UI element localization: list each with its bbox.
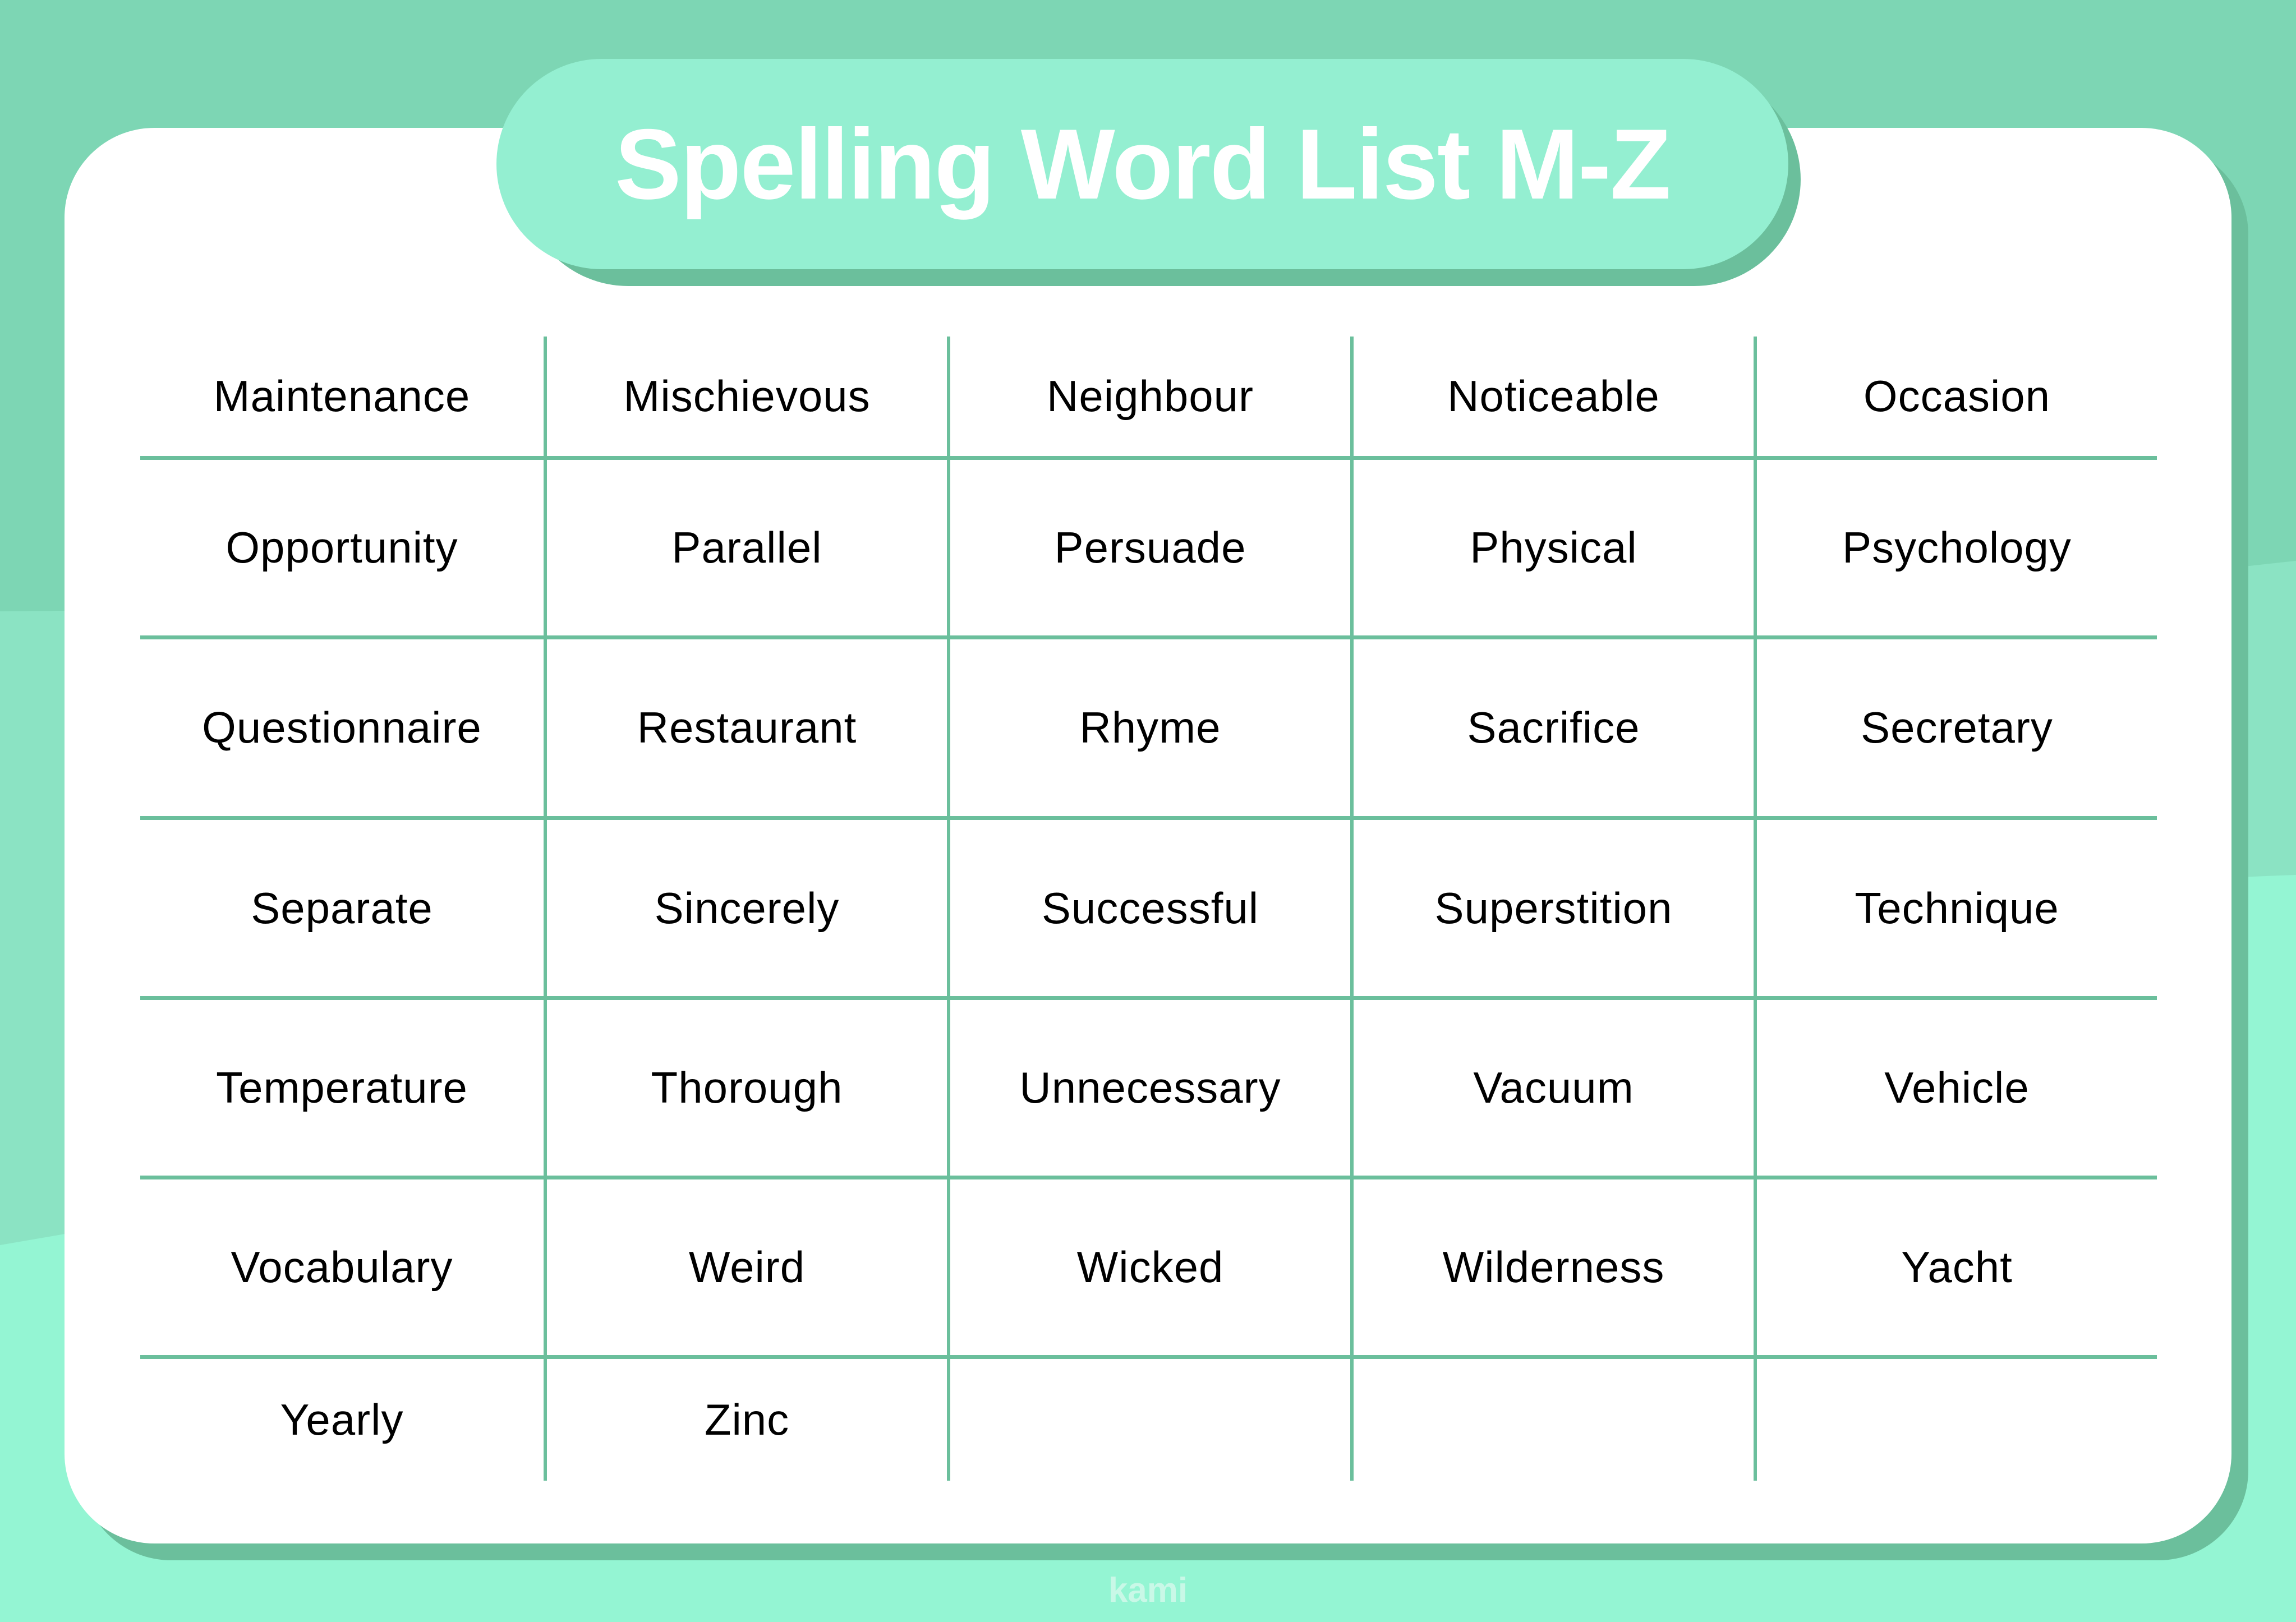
spelling-word: Technique	[1855, 883, 2059, 933]
word-cell: Vehicle	[1754, 1000, 2157, 1179]
empty-cell	[1754, 1359, 2157, 1481]
spelling-word: Vacuum	[1473, 1063, 1634, 1112]
word-cell: Yacht	[1754, 1179, 2157, 1359]
word-cell: Restaurant	[544, 639, 947, 820]
word-cell: Vocabulary	[140, 1179, 544, 1359]
page-title: Spelling Word List M-Z	[615, 108, 1671, 220]
empty-cell	[1350, 1359, 1754, 1481]
word-cell: Successful	[947, 820, 1350, 1000]
word-cell: Mischievous	[544, 337, 947, 460]
spelling-word: Restaurant	[637, 703, 857, 752]
spelling-word: Neighbour	[1047, 371, 1254, 421]
spelling-word: Vocabulary	[231, 1242, 453, 1292]
spelling-word: Vehicle	[1884, 1063, 2030, 1112]
word-cell: Noticeable	[1350, 337, 1754, 460]
word-cell: Occasion	[1754, 337, 2157, 460]
word-cell: Temperature	[140, 1000, 544, 1179]
spelling-word: Thorough	[651, 1063, 843, 1112]
spelling-word: Wilderness	[1442, 1242, 1665, 1292]
word-cell: Sacrifice	[1350, 639, 1754, 820]
word-cell: Maintenance	[140, 337, 544, 460]
kami-logo: kami	[1108, 1571, 1188, 1610]
spelling-word: Secretary	[1861, 703, 2053, 752]
spelling-word: Persuade	[1054, 523, 1246, 572]
spelling-word: Superstition	[1434, 883, 1673, 933]
word-grid: Maintenance Mischievous Neighbour Noticeabl…	[140, 337, 2157, 1481]
word-cell: Weird	[544, 1179, 947, 1359]
word-cell: Psychology	[1754, 460, 2157, 639]
word-cell: Questionnaire	[140, 639, 544, 820]
word-cell: Rhyme	[947, 639, 1350, 820]
word-cell: Zinc	[544, 1359, 947, 1481]
spelling-word: Yearly	[280, 1395, 404, 1444]
spelling-word: Wicked	[1076, 1242, 1224, 1292]
word-cell: Yearly	[140, 1359, 544, 1481]
word-cell: Vacuum	[1350, 1000, 1754, 1179]
spelling-word: Sacrifice	[1467, 703, 1640, 752]
spelling-word: Occasion	[1863, 371, 2051, 421]
spelling-word: Mischievous	[623, 371, 871, 421]
word-cell: Opportunity	[140, 460, 544, 639]
word-cell: Sincerely	[544, 820, 947, 1000]
word-cell: Separate	[140, 820, 544, 1000]
spelling-word: Parallel	[671, 523, 822, 572]
spelling-word: Psychology	[1842, 523, 2072, 572]
word-cell: Physical	[1350, 460, 1754, 639]
empty-cell	[947, 1359, 1350, 1481]
spelling-word: Separate	[251, 883, 433, 933]
word-cell: Neighbour	[947, 337, 1350, 460]
spelling-word: Zinc	[704, 1395, 790, 1444]
title-pill: Spelling Word List M-Z	[496, 59, 1788, 269]
spelling-word: Questionnaire	[202, 703, 482, 752]
spelling-word: Rhyme	[1079, 703, 1221, 752]
word-cell: Secretary	[1754, 639, 2157, 820]
word-cell: Technique	[1754, 820, 2157, 1000]
spelling-word: Temperature	[216, 1063, 468, 1112]
word-cell: Thorough	[544, 1000, 947, 1179]
word-cell: Wicked	[947, 1179, 1350, 1359]
spelling-word: Maintenance	[213, 371, 471, 421]
spelling-word: Opportunity	[226, 523, 458, 572]
word-cell: Parallel	[544, 460, 947, 639]
word-cell: Unnecessary	[947, 1000, 1350, 1179]
spelling-word: Sincerely	[654, 883, 840, 933]
spelling-word: Unnecessary	[1019, 1063, 1281, 1112]
spelling-word: Weird	[688, 1242, 806, 1292]
spelling-word: Physical	[1470, 523, 1637, 572]
spelling-word: Noticeable	[1447, 371, 1660, 421]
word-cell: Superstition	[1350, 820, 1754, 1000]
word-cell: Persuade	[947, 460, 1350, 639]
word-cell: Wilderness	[1350, 1179, 1754, 1359]
spelling-word: Yacht	[1901, 1242, 2013, 1292]
spelling-word: Successful	[1041, 883, 1259, 933]
